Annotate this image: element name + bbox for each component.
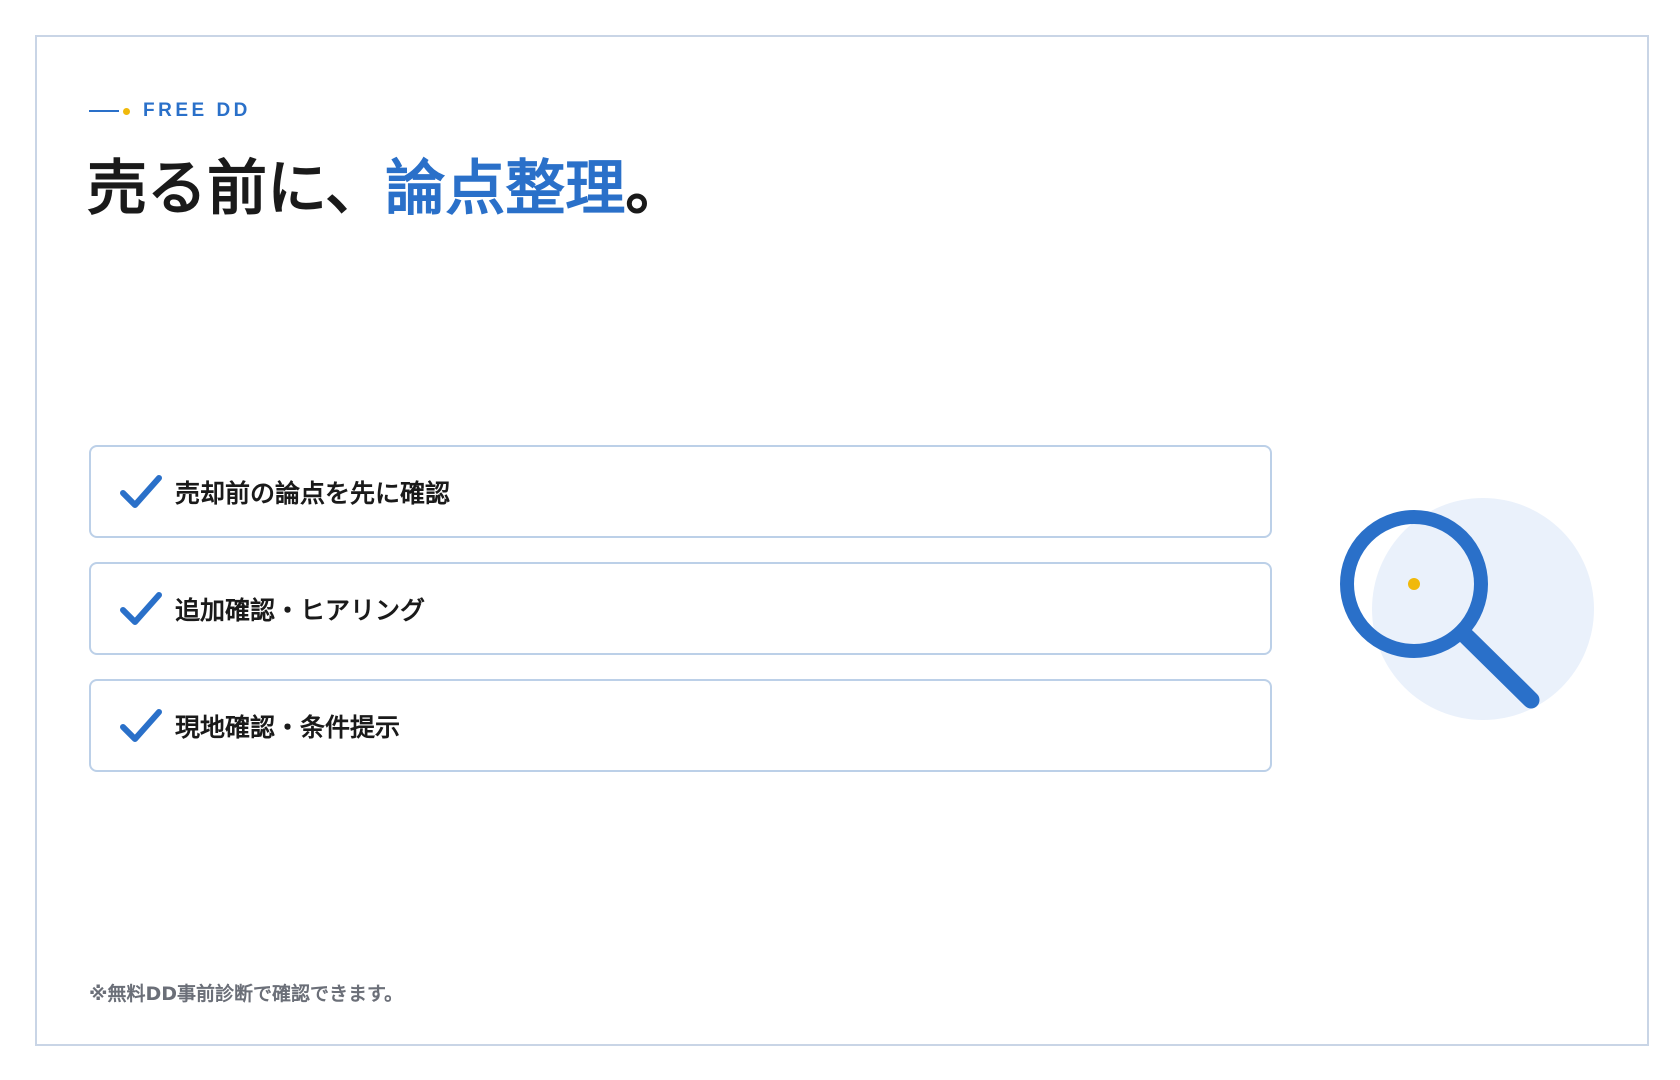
title-highlight: 論点整理 <box>385 154 626 224</box>
check-icon <box>120 474 162 508</box>
magnifier-icon <box>1340 498 1594 720</box>
check-icon <box>120 708 162 742</box>
checklist-item-label: 現地確認・条件提示 <box>175 712 401 742</box>
eyebrow-line <box>89 110 119 112</box>
title-suffix: 。 <box>625 154 686 224</box>
check-icon <box>120 591 162 625</box>
checklist: 売却前の論点を先に確認 追加確認・ヒアリング 現地確認・条件提示 <box>89 445 1272 796</box>
checklist-item: 追加確認・ヒアリング <box>89 562 1272 655</box>
checklist-item: 売却前の論点を先に確認 <box>89 445 1272 538</box>
magnifier-dot-icon <box>1408 578 1420 590</box>
checklist-item-label: 売却前の論点を先に確認 <box>175 478 451 508</box>
eyebrow-label: FREE DD <box>143 100 251 121</box>
checklist-item: 現地確認・条件提示 <box>89 679 1272 772</box>
checklist-item-label: 追加確認・ヒアリング <box>175 595 426 625</box>
eyebrow: FREE DD <box>89 97 251 125</box>
page-title: 売る前に、論点整理。 <box>87 153 685 225</box>
footnote: ※無料DD事前診断で確認できます。 <box>89 983 404 1005</box>
card-frame: FREE DD 売る前に、論点整理。 売却前の論点を先に確認 追加確認・ヒアリン… <box>35 35 1649 1046</box>
eyebrow-dot-icon <box>123 107 130 115</box>
title-prefix: 売る前に、 <box>87 154 386 224</box>
